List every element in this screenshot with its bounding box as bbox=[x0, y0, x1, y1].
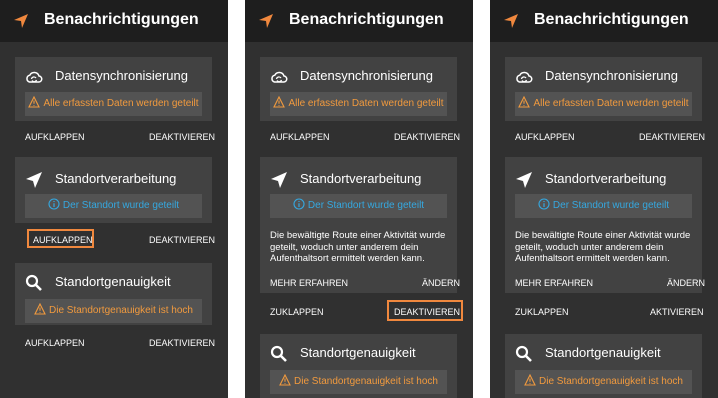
accuracy-card-header: Standortgenauigkeit bbox=[505, 334, 702, 370]
top-bar: Benachrichtigungen bbox=[245, 0, 473, 42]
accuracy-warning: Die Standortgenauigkeit ist hoch bbox=[25, 299, 202, 323]
sync-card: Datensynchronisierung Alle erfassten Dat… bbox=[260, 57, 457, 121]
location-card-header: Standortverarbeitung bbox=[15, 160, 212, 196]
sync-card-header: Datensynchronisierung bbox=[505, 57, 702, 93]
sync-expand-button[interactable]: AUFKLAPPEN bbox=[270, 131, 330, 143]
accuracy-warning-text: Die Standortgenauigkeit ist hoch bbox=[49, 305, 193, 316]
sync-warning-text: Alle erfassten Daten werden geteilt bbox=[288, 98, 444, 109]
search-icon bbox=[270, 345, 287, 362]
card-title: Standortgenauigkeit bbox=[545, 345, 661, 360]
card-title: Datensynchronisierung bbox=[300, 68, 433, 83]
location-description: Die bewältigte Route einer Aktivität wur… bbox=[270, 230, 446, 264]
warning-icon bbox=[279, 374, 291, 386]
accuracy-disable-button[interactable]: DEAKTIVIEREN bbox=[149, 337, 215, 349]
accuracy-card-header: Standortgenauigkeit bbox=[260, 334, 457, 370]
page-title: Benachrichtigungen bbox=[289, 11, 444, 28]
location-card: Standortverarbeitung Der Standort wurde … bbox=[15, 157, 212, 223]
learn-more-link[interactable]: MEHR ERFAHREN bbox=[515, 277, 593, 289]
info-icon bbox=[48, 198, 60, 210]
card-title: Datensynchronisierung bbox=[545, 68, 678, 83]
sync-card: Datensynchronisierung Alle erfassten Dat… bbox=[505, 57, 702, 121]
accuracy-warning: Die Standortgenauigkeit ist hoch bbox=[515, 370, 692, 394]
location-arrow-icon bbox=[271, 172, 287, 188]
warning-icon bbox=[518, 96, 531, 108]
accuracy-warning-text: Die Standortgenauigkeit ist hoch bbox=[294, 376, 438, 387]
location-info: Der Standort wurde geteilt bbox=[25, 194, 202, 218]
sync-warning: Alle erfassten Daten werden geteilt bbox=[515, 92, 692, 116]
sync-expand-button[interactable]: AUFKLAPPEN bbox=[515, 131, 575, 143]
sync-disable-button[interactable]: DEAKTIVIEREN bbox=[394, 131, 460, 143]
cloud-sync-icon bbox=[516, 71, 533, 83]
location-info: Der Standort wurde geteilt bbox=[515, 194, 692, 218]
location-expand-button[interactable]: AUFKLAPPEN bbox=[33, 234, 93, 246]
screen-2: Benachrichtigungen Datensynchronisierung… bbox=[245, 0, 473, 398]
info-icon bbox=[538, 198, 550, 210]
location-info-text: Der Standort wurde geteilt bbox=[552, 200, 670, 211]
page-title: Benachrichtigungen bbox=[534, 11, 689, 28]
sync-warning: Alle erfassten Daten werden geteilt bbox=[270, 92, 447, 116]
accuracy-warning: Die Standortgenauigkeit ist hoch bbox=[270, 370, 447, 394]
warning-icon bbox=[34, 303, 46, 315]
navigation-arrow-icon[interactable] bbox=[257, 12, 275, 30]
location-card: Standortverarbeitung Der Standort wurde … bbox=[505, 157, 705, 293]
sync-warning-text: Alle erfassten Daten werden geteilt bbox=[43, 98, 199, 109]
location-info-text: Der Standort wurde geteilt bbox=[62, 200, 180, 211]
sync-disable-button[interactable]: DEAKTIVIEREN bbox=[639, 131, 705, 143]
location-info-text: Der Standort wurde geteilt bbox=[307, 200, 425, 211]
top-bar: Benachrichtigungen bbox=[490, 0, 718, 42]
sync-card: Datensynchronisierung Alle erfassten Dat… bbox=[15, 57, 212, 121]
sync-card-header: Datensynchronisierung bbox=[15, 57, 212, 93]
warning-icon bbox=[28, 96, 41, 108]
location-card-header: Standortverarbeitung bbox=[260, 160, 457, 196]
location-enable-button[interactable]: AKTIVIEREN bbox=[650, 306, 704, 318]
sync-expand-button[interactable]: AUFKLAPPEN bbox=[25, 131, 85, 143]
change-button[interactable]: ÄNDERN bbox=[422, 277, 460, 289]
card-title: Standortverarbeitung bbox=[55, 171, 177, 186]
location-inner-actions: MEHR ERFAHREN ÄNDERN bbox=[260, 275, 460, 293]
navigation-arrow-icon[interactable] bbox=[12, 12, 30, 30]
location-card-header: Standortverarbeitung bbox=[505, 160, 702, 196]
navigation-arrow-icon[interactable] bbox=[502, 12, 520, 30]
card-title: Datensynchronisierung bbox=[55, 68, 188, 83]
screen-1: Benachrichtigungen Datensynchronisierung… bbox=[0, 0, 228, 398]
location-collapse-button[interactable]: ZUKLAPPEN bbox=[270, 306, 324, 318]
search-icon bbox=[515, 345, 532, 362]
location-info: Der Standort wurde geteilt bbox=[270, 194, 447, 218]
info-icon bbox=[293, 198, 305, 210]
location-description: Die bewältigte Route einer Aktivität wur… bbox=[515, 230, 691, 264]
card-title: Standortverarbeitung bbox=[545, 171, 667, 186]
page-title: Benachrichtigungen bbox=[44, 11, 199, 28]
card-title: Standortverarbeitung bbox=[300, 171, 422, 186]
accuracy-card: Standortgenauigkeit Die Standortgenauigk… bbox=[260, 334, 457, 398]
top-bar: Benachrichtigungen bbox=[0, 0, 228, 42]
accuracy-expand-button[interactable]: AUFKLAPPEN bbox=[25, 337, 85, 349]
accuracy-warning-text: Die Standortgenauigkeit ist hoch bbox=[539, 376, 683, 387]
location-collapse-button[interactable]: ZUKLAPPEN bbox=[515, 306, 569, 318]
sync-warning-text: Alle erfassten Daten werden geteilt bbox=[533, 98, 689, 109]
location-inner-actions: MEHR ERFAHREN ÄNDERN bbox=[505, 275, 705, 293]
warning-icon bbox=[524, 374, 536, 386]
location-arrow-icon bbox=[26, 172, 42, 188]
location-disable-button[interactable]: DEAKTIVIEREN bbox=[149, 234, 215, 246]
location-disable-button[interactable]: DEAKTIVIEREN bbox=[394, 306, 460, 318]
location-arrow-icon bbox=[516, 172, 532, 188]
search-icon bbox=[25, 274, 42, 291]
warning-icon bbox=[273, 96, 286, 108]
location-card: Standortverarbeitung Der Standort wurde … bbox=[260, 157, 460, 293]
sync-disable-button[interactable]: DEAKTIVIEREN bbox=[149, 131, 215, 143]
accuracy-card: Standortgenauigkeit Die Standortgenauigk… bbox=[505, 334, 702, 398]
cloud-sync-icon bbox=[271, 71, 288, 83]
learn-more-link[interactable]: MEHR ERFAHREN bbox=[270, 277, 348, 289]
sync-warning: Alle erfassten Daten werden geteilt bbox=[25, 92, 202, 116]
accuracy-card: Standortgenauigkeit Die Standortgenauigk… bbox=[15, 263, 212, 325]
screen-3: Benachrichtigungen Datensynchronisierung… bbox=[490, 0, 718, 398]
accuracy-card-header: Standortgenauigkeit bbox=[15, 263, 212, 299]
card-title: Standortgenauigkeit bbox=[300, 345, 416, 360]
cloud-sync-icon bbox=[26, 71, 43, 83]
change-button[interactable]: ÄNDERN bbox=[667, 277, 705, 289]
sync-card-header: Datensynchronisierung bbox=[260, 57, 457, 93]
card-title: Standortgenauigkeit bbox=[55, 274, 171, 289]
